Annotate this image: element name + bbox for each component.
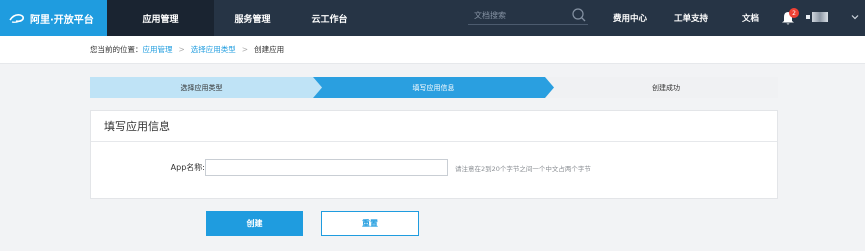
chevron-down-icon[interactable] <box>851 13 859 21</box>
docs-label: 文档 <box>742 14 760 24</box>
nav-item-cloud-workbench[interactable]: 云工作台 <box>291 0 368 36</box>
panel-title: 填写应用信息 <box>91 111 777 142</box>
app-name-label: App名称: <box>170 163 205 172</box>
docs-link[interactable]: 文档 <box>742 0 759 36</box>
ticket-support-label: 工单支持 <box>674 14 709 24</box>
step-progress: 选择应用类型 填写应用信息 创建成功 <box>90 77 778 98</box>
top-nav: 阿里·开放平台 应用管理 服务管理 云工作台 费用中心 工单支持 文档 2 <box>0 0 865 36</box>
breadcrumb-item-app-management[interactable]: 应用管理 <box>143 44 173 55</box>
search-input[interactable] <box>468 7 588 24</box>
create-button[interactable]: 创建 <box>206 211 303 236</box>
avatar[interactable] <box>806 12 834 22</box>
breadcrumb-item-create-app: 创建应用 <box>254 45 285 54</box>
avatar-image <box>812 12 828 22</box>
nav-item-label: 服务管理 <box>234 14 271 25</box>
step-label: 填写应用信息 <box>412 83 455 92</box>
alibaba-logo-icon <box>9 14 24 23</box>
notification-badge: 2 <box>789 8 799 18</box>
nav-item-service-management[interactable]: 服务管理 <box>214 0 291 36</box>
step-label: 选择应用类型 <box>180 83 223 92</box>
breadcrumb-item-select-type[interactable]: 选择应用类型 <box>191 44 236 55</box>
nav-item-label: 应用管理 <box>142 14 179 25</box>
app-name-row: App名称: 请注意在2到20个字节之间一个中文占两个字节 <box>91 159 777 177</box>
app-name-hint: 请注意在2到20个字节之间一个中文占两个字节 <box>455 165 591 173</box>
app-info-panel: 填写应用信息 App名称: 请注意在2到20个字节之间一个中文占两个字节 <box>90 110 778 199</box>
billing-center-label: 费用中心 <box>613 14 648 24</box>
nav-item-label: 云工作台 <box>311 14 348 25</box>
step-select-type: 选择应用类型 <box>90 77 313 98</box>
breadcrumb-separator-icon: > <box>241 45 249 54</box>
step-label: 创建成功 <box>652 83 680 92</box>
billing-center-link[interactable]: 费用中心 <box>613 0 647 36</box>
reset-button[interactable]: 重置 <box>321 211 419 236</box>
breadcrumb-separator-icon: > <box>178 45 185 54</box>
avatar-dot <box>806 15 810 19</box>
app-name-input[interactable] <box>205 159 448 176</box>
search-icon[interactable] <box>572 8 586 22</box>
doc-search <box>468 7 588 25</box>
nav-item-app-management[interactable]: 应用管理 <box>107 0 214 36</box>
breadcrumb-prefix: 您当前的位置： <box>90 45 143 54</box>
breadcrumb: 您当前的位置： 应用管理 > 选择应用类型 > 创建应用 <box>0 36 865 64</box>
brand-name: 阿里·开放平台 <box>30 14 94 26</box>
ticket-support-link[interactable]: 工单支持 <box>674 0 708 36</box>
step-fill-info: 填写应用信息 <box>322 77 545 98</box>
step-success: 创建成功 <box>554 77 778 98</box>
brand[interactable]: 阿里·开放平台 <box>0 0 107 36</box>
